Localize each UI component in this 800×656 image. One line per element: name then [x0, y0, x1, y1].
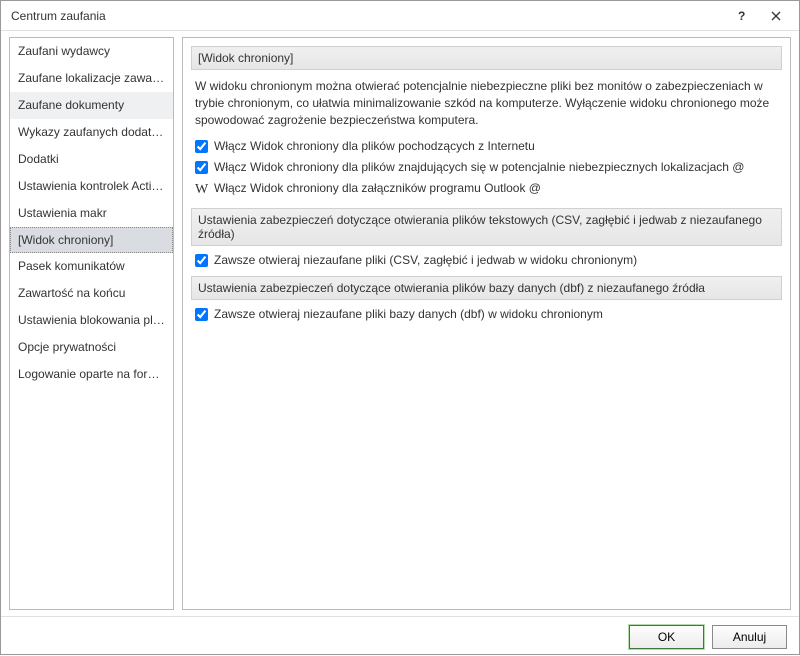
sidebar-item-addins[interactable]: Dodatki [10, 146, 173, 173]
sidebar-item-trusted-locations[interactable]: Zaufane lokalizacje zawartości [10, 65, 173, 92]
sidebar-item-macros[interactable]: Ustawienia makr [10, 200, 173, 227]
help-button[interactable]: ? [725, 3, 759, 29]
checkbox-dbf-label: Zawsze otwieraj niezaufane pliki bazy da… [214, 306, 778, 323]
sidebar-item-message-bar[interactable]: Pasek komunikatów [10, 253, 173, 280]
checkbox-row-outlook[interactable]: W Włącz Widok chroniony dla załączników … [195, 180, 778, 200]
checkbox-text-files[interactable] [195, 254, 208, 267]
content-area: Zaufani wydawcy Zaufane lokalizacje zawa… [1, 31, 799, 616]
checkbox-internet[interactable] [195, 140, 208, 153]
cancel-button[interactable]: Anuluj [712, 625, 787, 649]
titlebar: Centrum zaufania ? [1, 1, 799, 31]
section-header-dbf: Ustawienia zabezpieczeń dotyczące otwier… [191, 276, 782, 300]
sidebar-item-end-content[interactable]: Zawartość na końcu [10, 280, 173, 307]
sidebar-item-trusted-documents[interactable]: Zaufane dokumenty [10, 92, 173, 119]
window-title: Centrum zaufania [11, 9, 725, 23]
checkbox-unsafe-locations[interactable] [195, 161, 208, 174]
sidebar-item-file-block[interactable]: Ustawienia blokowania plików [10, 307, 173, 334]
sidebar-item-protected-view[interactable]: [Widok chroniony] [10, 227, 173, 253]
checkbox-row-unsafe-locations[interactable]: Włącz Widok chroniony dla plików znajduj… [195, 159, 778, 176]
sidebar-item-form-login[interactable]: Logowanie oparte na formularzu [10, 361, 173, 388]
sidebar-item-trusted-publishers[interactable]: Zaufani wydawcy [10, 38, 173, 65]
checkbox-row-dbf[interactable]: Zawsze otwieraj niezaufane pliki bazy da… [195, 306, 778, 323]
checkbox-dbf[interactable] [195, 308, 208, 321]
section-header-protected-view: [Widok chroniony] [191, 46, 782, 70]
ok-button[interactable]: OK [629, 625, 704, 649]
protected-view-description: W widoku chronionym można otwierać poten… [195, 78, 778, 128]
sidebar-item-privacy[interactable]: Opcje prywatności [10, 334, 173, 361]
checkbox-internet-label: Włącz Widok chroniony dla plików pochodz… [214, 138, 778, 155]
footer: OK Anuluj [1, 616, 799, 656]
checkbox-row-text-files[interactable]: Zawsze otwieraj niezaufane pliki (CSV, z… [195, 252, 778, 269]
sidebar-item-trusted-addins[interactable]: Wykazy zaufanych dodatków [10, 119, 173, 146]
sidebar: Zaufani wydawcy Zaufane lokalizacje zawa… [9, 37, 174, 610]
checkbox-unsafe-locations-label: Włącz Widok chroniony dla plików znajduj… [214, 159, 778, 176]
sidebar-item-activex[interactable]: Ustawienia kontrolek ActiveX [10, 173, 173, 200]
close-button[interactable] [759, 3, 793, 29]
svg-text:?: ? [738, 10, 745, 22]
checkbox-text-files-label: Zawsze otwieraj niezaufane pliki (CSV, z… [214, 252, 778, 269]
main-panel: [Widok chroniony] W widoku chronionym mo… [182, 37, 791, 610]
word-icon: W [195, 180, 208, 200]
section-header-text-files: Ustawienia zabezpieczeń dotyczące otwier… [191, 208, 782, 246]
checkbox-outlook-label: Włącz Widok chroniony dla załączników pr… [214, 180, 778, 197]
checkbox-row-internet[interactable]: Włącz Widok chroniony dla plików pochodz… [195, 138, 778, 155]
